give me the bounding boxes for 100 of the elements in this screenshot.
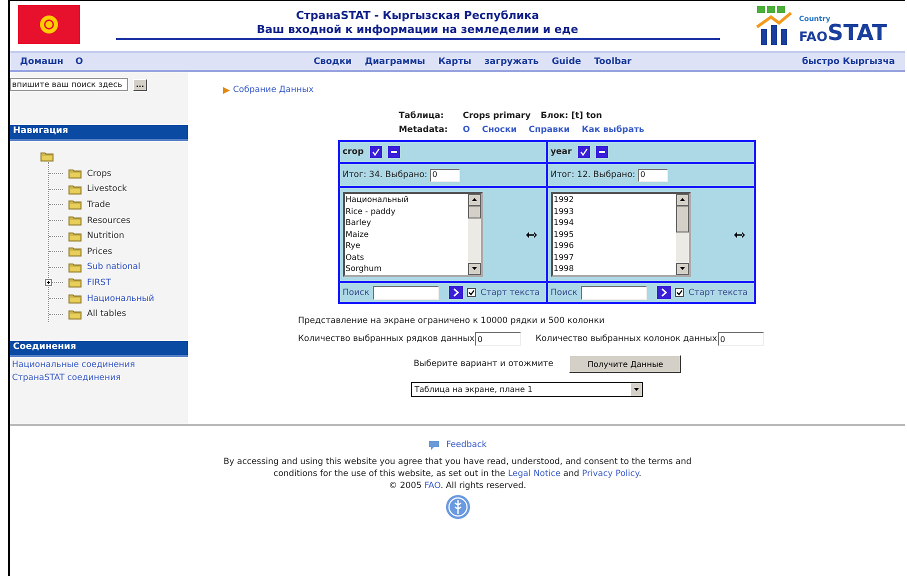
list-item[interactable]: Rice - paddy [346, 206, 468, 217]
check-all-button[interactable] [370, 146, 382, 158]
list-item[interactable]: Rye [346, 240, 468, 252]
tree-item[interactable]: FIRST [87, 278, 111, 288]
clear-button[interactable] [388, 146, 400, 158]
folder-icon [68, 199, 82, 210]
output-dropdown[interactable]: Таблица на экране, плане 1 [410, 382, 642, 397]
action-label: Выберите вариант и отожмите [414, 359, 554, 369]
emblem-icon [444, 494, 470, 520]
double-arrow-icon[interactable] [734, 232, 744, 238]
site-title: СтранаSTAT - Кыргызская Республика [296, 9, 540, 23]
list-item[interactable]: Национальный [346, 194, 468, 206]
list-item[interactable]: Barley [346, 217, 468, 228]
field-label: Metadata: [398, 125, 449, 135]
list-item[interactable]: 1995 [554, 228, 676, 240]
get-data-button[interactable]: Получите Данные [569, 355, 682, 373]
sidebar-link[interactable]: СтранаSTAT соединения [10, 370, 188, 383]
double-arrow-icon[interactable] [526, 232, 536, 238]
nav-link[interactable]: Диаграммы [364, 56, 426, 66]
tree-item[interactable]: Sub national [87, 262, 140, 272]
feedback-link[interactable]: Feedback [446, 440, 487, 450]
site-subtitle: Ваш входной к информации на земледелии и еде [116, 23, 720, 40]
terms-text: By accessing and using this website you agree that you have read, understood, and consent to the terms and conditions for the use of this website, as set out in the Legal Notice and Privacy Policy. [222, 456, 693, 480]
limit-note: Представление на экране ограничено к 10000 рядки и 500 колонки [298, 316, 604, 326]
selected-count-field[interactable]: 0 [638, 168, 668, 182]
folder-icon [68, 168, 82, 180]
list-box[interactable]: 1992 1993 1994 1995 1996 1997 1998 [550, 192, 690, 277]
tree-item[interactable]: Crops [87, 168, 112, 179]
folder-icon [68, 246, 82, 258]
nav-link[interactable]: Toolbar [594, 56, 632, 66]
nav-link[interactable]: О [75, 56, 84, 66]
list-item[interactable]: 1994 [554, 217, 676, 228]
list-item[interactable]: 1997 [554, 252, 676, 263]
metadata-link[interactable]: Как выбрать [582, 125, 644, 135]
logo-text: STAT [828, 22, 887, 44]
nav-link[interactable]: Карты [438, 56, 472, 66]
field-label: Количество выбранных рядков данных [298, 334, 474, 344]
field-label: Количество выбранных колонок данных [535, 334, 718, 344]
nav-link[interactable]: Сводки [314, 56, 352, 66]
search-label: Поиск [550, 288, 578, 298]
total-text: Итог: 12. Выбрано: [550, 170, 636, 180]
tree-item[interactable]: Trade [87, 200, 110, 210]
section-header: Навигация [10, 125, 188, 141]
list-box[interactable]: Национальный Rice - paddy Barley Maize Rye Oats Sorghum [342, 192, 482, 277]
footer-link[interactable]: Legal Notice [508, 469, 561, 479]
unit-text: Блок: [t] ton [540, 111, 602, 121]
list-item[interactable]: Maize [346, 228, 468, 240]
nav-link[interactable]: Guide [552, 56, 582, 66]
clear-button[interactable] [596, 146, 608, 158]
folder-icon [68, 215, 82, 226]
search-field[interactable] [581, 286, 648, 300]
tree-item[interactable]: All tables [87, 309, 126, 320]
metadata-link[interactable]: О [462, 125, 470, 135]
tree-item[interactable]: Nutrition [87, 231, 124, 242]
folder-icon [40, 151, 54, 162]
breadcrumb-link[interactable]: Собрание Данных [233, 85, 314, 95]
copyright-text: © 2005 FAO. All rights reserved. [388, 480, 528, 492]
footer-link[interactable]: FAO [424, 481, 440, 491]
total-text: Итог: 34. Выбрано: [342, 170, 428, 180]
sidebar-link[interactable]: Национальные соединения [10, 356, 188, 370]
list-item[interactable]: 1993 [554, 206, 676, 217]
scrollbar-icon[interactable] [468, 194, 480, 275]
scrollbar-icon[interactable] [676, 194, 688, 275]
list-item[interactable]: 1998 [554, 263, 676, 274]
tree-item[interactable]: Prices [87, 246, 112, 257]
search-field[interactable] [373, 286, 440, 300]
checkbox[interactable] [675, 288, 684, 297]
tree-item[interactable]: Национальный [87, 294, 154, 304]
flag-icon [18, 5, 80, 44]
selected-count-field[interactable]: 0 [430, 168, 460, 182]
triangle-bullet-icon [223, 86, 230, 94]
folder-icon [68, 184, 82, 195]
checkbox-label: Старт текста [480, 288, 540, 298]
checkbox[interactable] [467, 288, 476, 297]
table-name: Crops primary [462, 111, 531, 121]
metadata-link[interactable]: Справки [528, 125, 570, 135]
dimension-name: year [550, 147, 572, 157]
search-field[interactable]: впишите ваш поиск здесь [10, 78, 128, 91]
speech-bubble-icon [428, 440, 440, 450]
go-button[interactable] [657, 286, 672, 299]
footer-link[interactable]: Privacy Policy [582, 469, 639, 479]
columns-count-field[interactable]: 0 [718, 332, 764, 346]
nav-link[interactable]: быстро Кыргызча [802, 56, 895, 66]
list-item[interactable]: Oats [346, 252, 468, 263]
list-item[interactable]: 1992 [554, 194, 676, 206]
checkbox-label: Старт текста [688, 288, 748, 298]
nav-link[interactable]: Домашн [20, 56, 64, 66]
folder-icon [68, 293, 82, 304]
check-all-button[interactable] [578, 146, 590, 158]
go-button[interactable] [449, 286, 464, 299]
nav-link[interactable]: загружать [484, 56, 539, 66]
rows-count-field[interactable]: 0 [475, 332, 522, 346]
list-item[interactable]: 1996 [554, 240, 676, 252]
field-label: Таблица: [398, 111, 445, 121]
tree-item[interactable]: Resources [87, 216, 130, 226]
list-item[interactable]: Sorghum [346, 263, 468, 274]
metadata-link[interactable]: Сноски [482, 125, 517, 135]
tree-item[interactable]: Livestock [87, 184, 127, 194]
expand-icon[interactable] [45, 279, 52, 286]
folder-icon [68, 277, 82, 288]
